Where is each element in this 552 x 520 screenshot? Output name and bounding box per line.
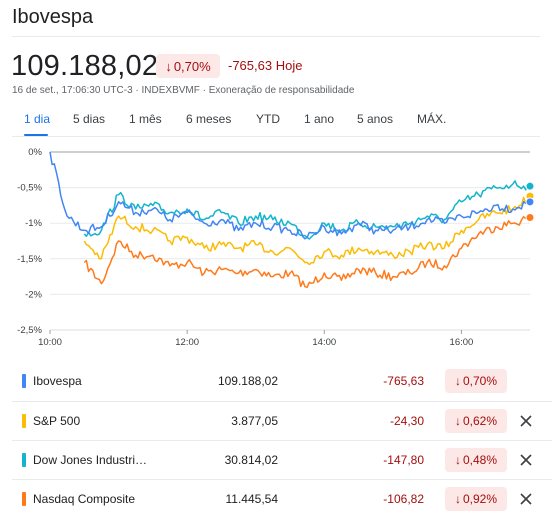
- y-tick-label: -1,5%: [17, 254, 42, 265]
- tab-5-dias[interactable]: 5 dias: [73, 112, 105, 126]
- tab-1-ano[interactable]: 1 ano: [304, 112, 334, 126]
- table-row[interactable]: S&P 500 3.877,05 -24,30 ↓ 0,62%: [12, 401, 552, 440]
- row-name: Ibovespa: [33, 374, 82, 388]
- row-change-percent-badge: ↓ 0,48%: [445, 448, 507, 472]
- current-price: 109.188,02: [11, 50, 159, 82]
- series-color-swatch: [22, 492, 26, 506]
- row-change-percent-badge: ↓ 0,62%: [445, 409, 507, 433]
- remove-comparison-button[interactable]: [514, 487, 538, 511]
- row-value: 109.188,02: [217, 374, 278, 388]
- remove-comparison-button[interactable]: [514, 448, 538, 472]
- y-tick-label: -1%: [25, 218, 42, 229]
- row-name: S&P 500: [33, 414, 81, 428]
- page-title: Ibovespa: [12, 6, 94, 28]
- y-tick-label: 0%: [28, 147, 42, 158]
- close-icon: [520, 493, 532, 505]
- series-end-dot: [525, 197, 535, 207]
- tabs-divider: [12, 136, 540, 137]
- y-tick-label: -2,5%: [17, 325, 42, 336]
- row-value: 3.877,05: [231, 414, 278, 428]
- remove-comparison-button[interactable]: [514, 409, 538, 433]
- tab-1-mes[interactable]: 1 mês: [129, 112, 162, 126]
- close-icon: [520, 454, 532, 466]
- y-tick-label: -2%: [25, 289, 42, 300]
- header-divider: [12, 36, 540, 37]
- tab-1-dia[interactable]: 1 dia: [24, 112, 50, 126]
- change-percent-badge: ↓ 0,70%: [156, 54, 220, 78]
- row-change-percent-badge: ↓ 0,70%: [445, 369, 507, 393]
- tab-max[interactable]: MÁX.: [417, 112, 446, 126]
- series-color-swatch: [22, 414, 26, 428]
- series-line: [83, 195, 531, 266]
- row-change-percent: 0,92%: [462, 492, 498, 506]
- row-change-percent: 0,48%: [462, 453, 498, 467]
- row-change-percent: 0,62%: [462, 414, 498, 428]
- row-change-percent: 0,70%: [462, 374, 498, 388]
- row-value: 30.814,02: [224, 453, 278, 467]
- y-tick-label: -0,5%: [17, 183, 42, 194]
- row-change-absolute: -765,63: [383, 374, 424, 388]
- table-row[interactable]: Dow Jones Industri… 30.814,02 -147,80 ↓ …: [12, 440, 552, 479]
- tab-ytd[interactable]: YTD: [256, 112, 280, 126]
- tab-5-anos[interactable]: 5 anos: [357, 112, 393, 126]
- x-tick-label: 10:00: [38, 337, 62, 348]
- series-line: [83, 214, 531, 289]
- arrow-down-icon: ↓: [454, 492, 461, 506]
- series-end-dot: [525, 213, 535, 223]
- row-change-absolute: -24,30: [389, 414, 424, 428]
- row-change-absolute: -147,80: [383, 453, 424, 467]
- change-percent: 0,70%: [173, 58, 211, 74]
- arrow-down-icon: ↓: [454, 414, 461, 428]
- series-end-dot: [525, 181, 535, 191]
- x-tick-label: 12:00: [175, 337, 199, 348]
- row-change-absolute: -106,82: [383, 492, 424, 506]
- series-color-swatch: [22, 453, 26, 467]
- change-absolute: -765,63 Hoje: [228, 58, 303, 73]
- arrow-down-icon: ↓: [165, 58, 172, 74]
- row-name: Dow Jones Industri…: [33, 453, 148, 467]
- comparison-table: Ibovespa 109.188,02 -765,63 ↓ 0,70% S&P …: [12, 362, 552, 518]
- quote-meta: 16 de set., 17:06:30 UTC-3 · INDEXBVMF ·…: [12, 85, 355, 96]
- x-tick-label: 14:00: [312, 337, 336, 348]
- x-tick-label: 16:00: [450, 337, 474, 348]
- row-value: 11.445,54: [225, 492, 279, 506]
- row-name: Nasdaq Composite: [33, 492, 136, 506]
- arrow-down-icon: ↓: [454, 374, 461, 388]
- row-change-percent-badge: ↓ 0,92%: [445, 487, 507, 511]
- arrow-down-icon: ↓: [454, 453, 461, 467]
- tab-6-meses[interactable]: 6 meses: [186, 112, 231, 126]
- series-color-swatch: [22, 374, 26, 388]
- close-icon: [520, 415, 532, 427]
- table-row[interactable]: Ibovespa 109.188,02 -765,63 ↓ 0,70%: [12, 362, 552, 401]
- range-tabs: 1 dia 5 dias 1 mês 6 meses YTD 1 ano 5 a…: [12, 110, 540, 136]
- table-row[interactable]: Nasdaq Composite 11.445,54 -106,82 ↓ 0,9…: [12, 479, 552, 518]
- price-chart[interactable]: 0% -0,5% -1% -1,5% -2% -2,5%10:00 12:00 14:00 16…: [0, 140, 552, 355]
